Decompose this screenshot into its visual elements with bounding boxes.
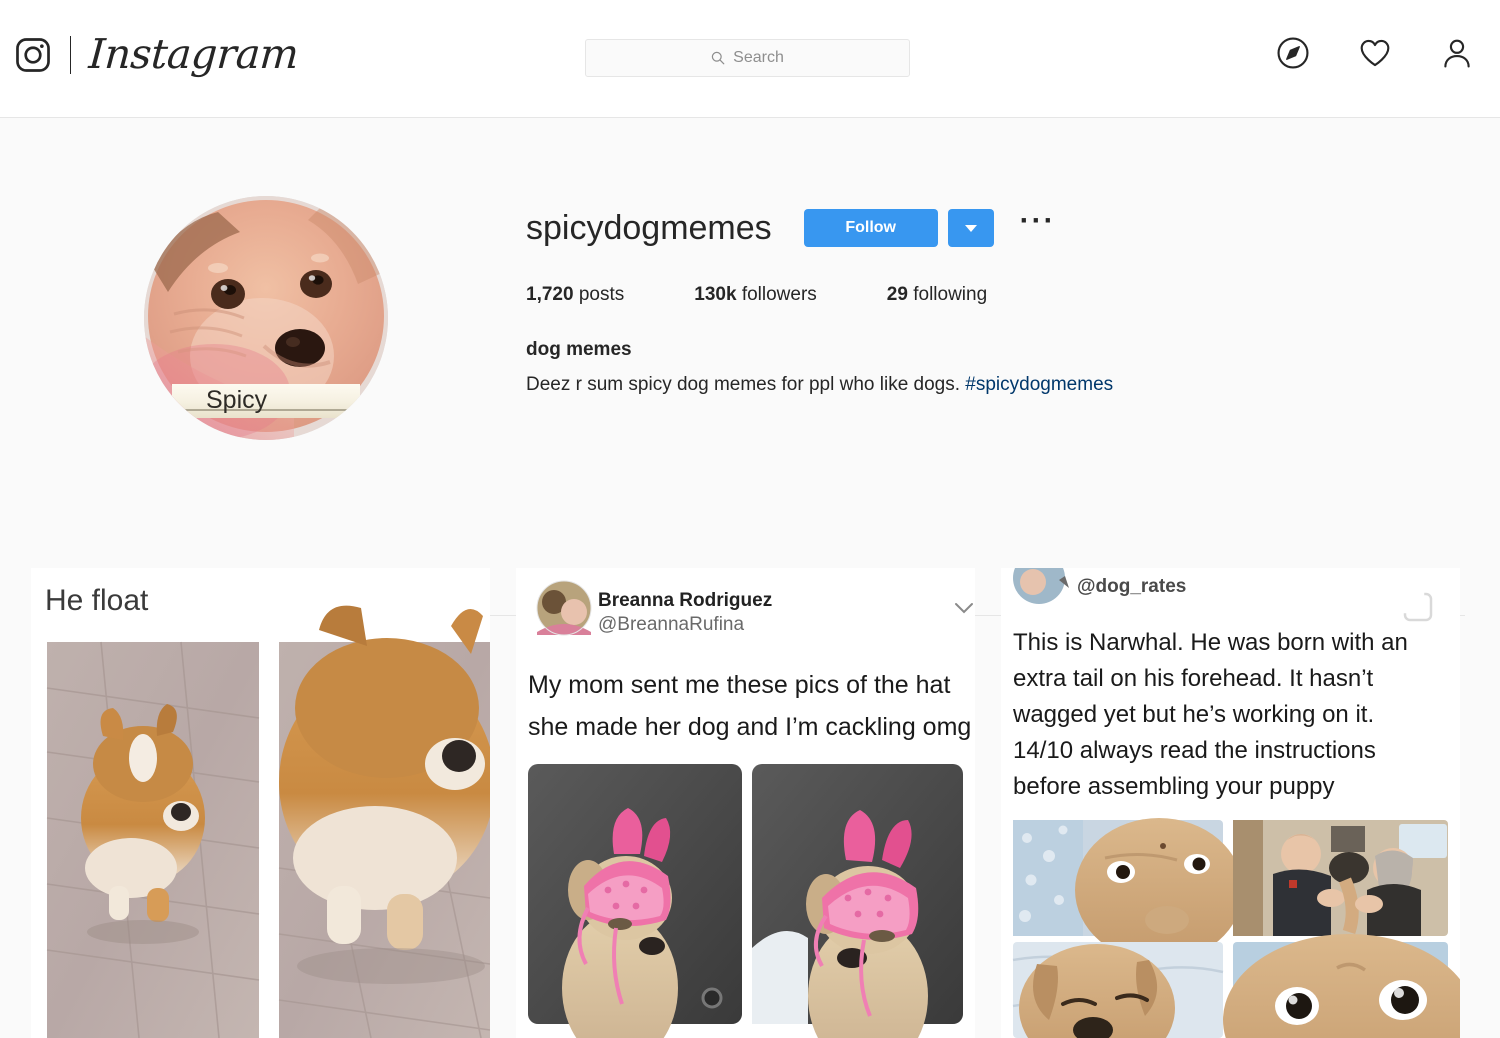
svg-text:Spicy: Spicy <box>206 386 268 414</box>
chevron-down-icon <box>964 224 977 232</box>
svg-text:extra tail on his forehead. It: extra tail on his forehead. It hasn’t <box>1013 665 1374 692</box>
profile-bio: dog memes Deez r sum spicy dog memes for… <box>526 336 1466 400</box>
multiple-photos-icon <box>1414 590 1440 616</box>
stat-following-label: following <box>913 284 988 305</box>
nav-icon-group <box>1276 36 1474 70</box>
search-icon <box>711 51 725 65</box>
svg-text:This is Narwhal. He was born w: This is Narwhal. He was born with an <box>1013 629 1408 656</box>
more-options-button[interactable]: ··· <box>1020 206 1056 245</box>
svg-text:wagged yet but he’s working on: wagged yet but he’s working on it. <box>1012 701 1374 728</box>
stat-posts[interactable]: 1,720 posts <box>526 284 624 306</box>
profile-stats: 1,720 posts 130k followers 29 following <box>526 284 1466 306</box>
profile-avatar-image: Spicy <box>144 196 388 440</box>
instagram-wordmark[interactable]: Instagram <box>87 30 300 78</box>
svg-text:before assembling your puppy: before assembling your puppy <box>1013 773 1335 800</box>
svg-text:14/10 always read the instruct: 14/10 always read the instructions <box>1013 737 1376 764</box>
person-icon[interactable] <box>1440 36 1474 70</box>
profile-name-row: spicydogmemes Follow ··· <box>526 206 1466 250</box>
svg-text:she made her dog and I’m cackl: she made her dog and I’m cackling omg <box>528 713 971 741</box>
post-bunny-hat[interactable]: Breanna Rodriguez @BreannaRufina My mom … <box>516 568 975 1038</box>
stat-following-value: 29 <box>886 284 908 305</box>
page-title: spicydogmemes <box>526 209 772 247</box>
post-image: He float <box>31 568 490 1038</box>
post-image: Breanna Rodriguez @BreannaRufina My mom … <box>516 568 975 1038</box>
logo-group[interactable]: Instagram <box>14 30 300 78</box>
heart-icon[interactable] <box>1358 36 1392 70</box>
profile-info: spicydogmemes Follow ··· 1,720 posts 130… <box>526 206 1466 400</box>
avatar[interactable]: Spicy <box>144 196 388 440</box>
search-placeholder: Search <box>733 49 784 66</box>
post-corgi-float[interactable]: He float <box>31 568 490 1038</box>
post-grid: He float Breanna Rodriguez @BreannaRufin… <box>0 568 1500 1038</box>
bio-body: Deez r sum spicy dog memes for ppl who l… <box>526 373 961 395</box>
profile-bio-text: Deez r sum spicy dog memes for ppl who l… <box>526 370 1466 400</box>
post-narwhal[interactable]: @dog_rates This is Narwhal. He was born … <box>1001 568 1460 1038</box>
search-input[interactable]: Search <box>585 39 910 77</box>
svg-text:My mom sent me these pics of t: My mom sent me these pics of the hat <box>528 671 950 699</box>
follow-options-dropdown[interactable] <box>947 209 994 247</box>
svg-text:He float: He float <box>45 584 149 617</box>
top-navigation-bar: Instagram Search <box>0 0 1500 118</box>
bio-hashtag-link[interactable]: #spicydogmemes <box>965 374 1113 395</box>
compass-icon[interactable] <box>1276 36 1310 70</box>
svg-text:@dog_rates: @dog_rates <box>1077 576 1186 597</box>
profile-full-name: dog memes <box>526 339 632 360</box>
stat-followers[interactable]: 130k followers <box>694 284 817 306</box>
svg-text:@BreannaRufina: @BreannaRufina <box>598 614 744 635</box>
follow-button[interactable]: Follow <box>803 209 938 247</box>
logo-divider <box>70 35 71 74</box>
stat-followers-value: 130k <box>694 284 737 305</box>
svg-text:Breanna Rodriguez: Breanna Rodriguez <box>598 590 772 611</box>
stat-followers-label: followers <box>741 284 817 305</box>
stat-posts-value: 1,720 <box>526 284 574 305</box>
stat-posts-label: posts <box>578 284 625 305</box>
instagram-camera-icon[interactable] <box>14 36 52 74</box>
stat-following[interactable]: 29 following <box>887 284 987 306</box>
post-image: @dog_rates This is Narwhal. He was born … <box>1001 568 1460 1038</box>
